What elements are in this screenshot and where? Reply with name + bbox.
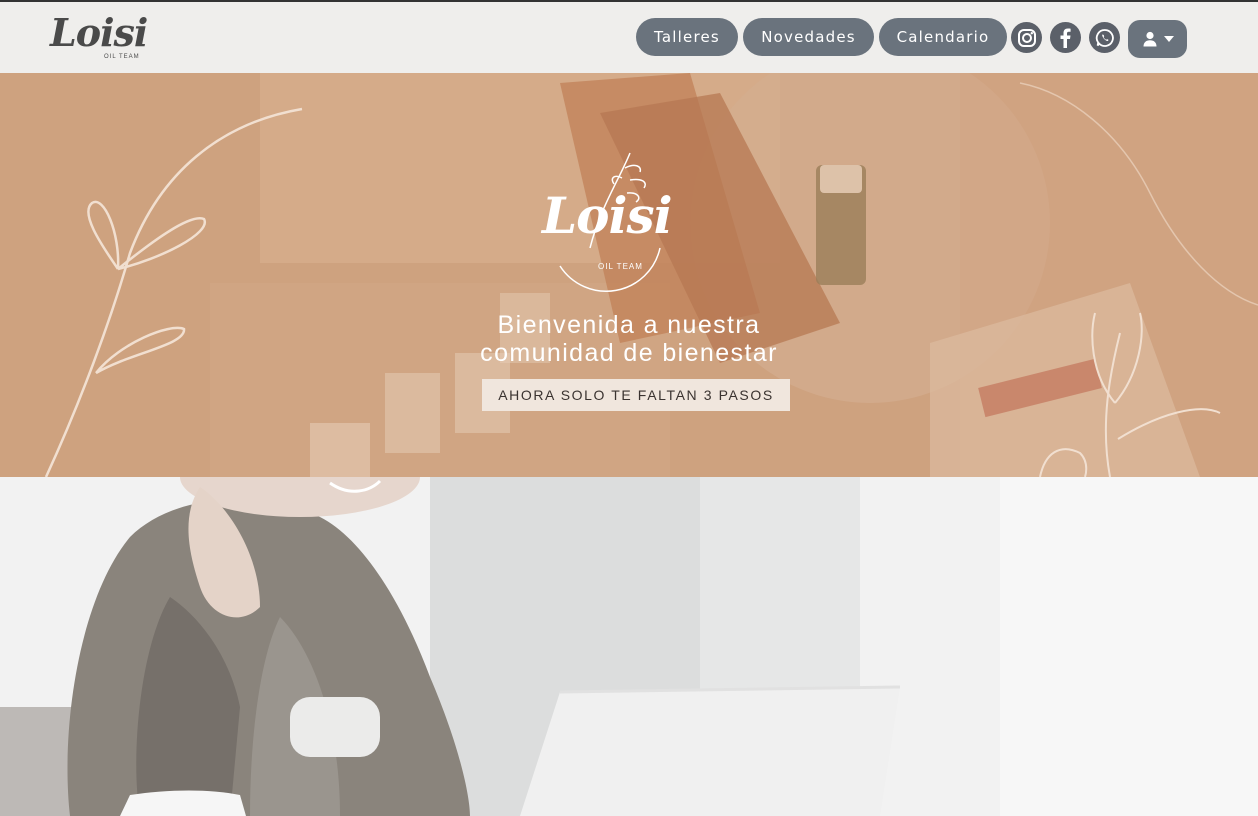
whatsapp-icon[interactable] bbox=[1089, 22, 1120, 53]
hero-title-line-1: Bienvenida a nuestra bbox=[497, 311, 761, 339]
hero-logo-subtitle: OIL TEAM bbox=[598, 262, 643, 271]
steps-cta-button[interactable]: AHORA SOLO TE FALTAN 3 PASOS bbox=[482, 379, 790, 411]
chevron-down-icon bbox=[1163, 36, 1174, 42]
hero-banner: Loisi OIL TEAM Bienvenida a nuestra comu… bbox=[0, 73, 1258, 477]
instagram-icon[interactable] bbox=[1011, 22, 1042, 53]
nav-novedades-button[interactable]: Novedades bbox=[743, 18, 874, 56]
user-icon bbox=[1143, 31, 1156, 47]
lower-hero-image bbox=[0, 477, 1258, 816]
hero-logo: Loisi OIL TEAM bbox=[530, 148, 690, 298]
brand-name: Loisi bbox=[50, 10, 148, 55]
brand-logo[interactable]: Loisi OIL TEAM bbox=[46, 8, 156, 68]
nav-calendario-button[interactable]: Calendario bbox=[879, 18, 1007, 56]
woman-laptop-photo bbox=[0, 477, 1258, 816]
hero-title: Bienvenida a nuestra comunidad de bienes… bbox=[429, 311, 829, 367]
navbar: Loisi OIL TEAM Talleres Novedades Calend… bbox=[0, 2, 1258, 73]
nav-talleres-button[interactable]: Talleres bbox=[636, 18, 738, 56]
user-menu-button[interactable] bbox=[1128, 20, 1187, 58]
hero-logo-name: Loisi bbox=[542, 186, 673, 245]
facebook-icon[interactable] bbox=[1050, 22, 1081, 53]
hero-title-line-2: comunidad de bienestar bbox=[480, 339, 778, 367]
brand-subtitle: OIL TEAM bbox=[104, 54, 140, 60]
